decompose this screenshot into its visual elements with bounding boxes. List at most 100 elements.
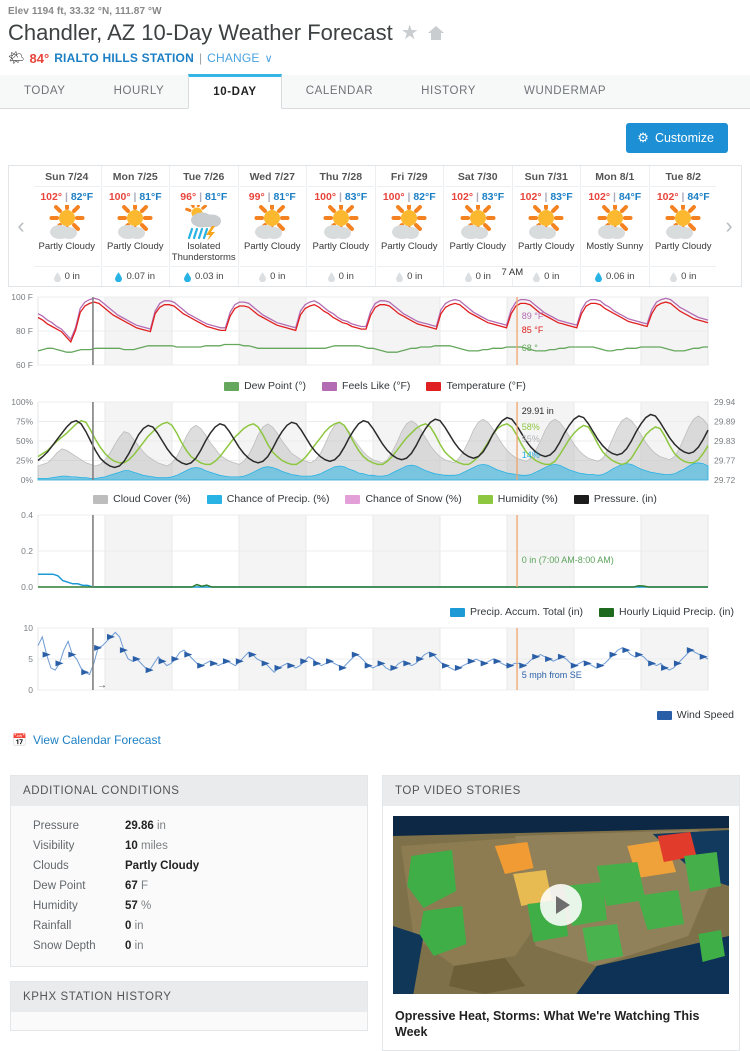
day-precip-value: 0 in <box>338 271 354 282</box>
tab-calendar[interactable]: CALENDAR <box>282 75 397 108</box>
forecast-day-card[interactable]: Tue 7/26 96° | 81°F Isolated Thunderstor… <box>169 166 238 286</box>
day-condition: Partly Cloudy <box>381 241 438 252</box>
forecast-day-card[interactable]: Tue 8/2 102° | 84°F Partly Cloudy 0 in <box>648 166 718 286</box>
condition-row: Dew Point 67 F <box>11 876 367 896</box>
forecast-day-card[interactable]: Thu 7/28 100° | 83°F Partly Cloudy 0 in <box>306 166 375 286</box>
prev-days-button[interactable]: ‹ <box>9 166 33 286</box>
chevron-down-icon[interactable]: ∨ <box>265 52 273 65</box>
day-low: 81°F <box>204 191 228 203</box>
legend-wind-speed[interactable]: Wind Speed <box>656 709 734 721</box>
tab-history[interactable]: HISTORY <box>397 75 500 108</box>
day-precip-value: 0.06 in <box>605 271 635 282</box>
forecast-day-card[interactable]: Sun 7/24 102° | 82°F Partly Cloudy 0 in <box>33 166 101 286</box>
day-temps: 102° | 82°F <box>40 191 94 203</box>
sun-cloud-icon: 🌤 <box>8 50 25 65</box>
day-condition: Partly Cloudy <box>244 241 301 252</box>
next-days-button[interactable]: › <box>717 166 741 286</box>
svg-text:89 °F: 89 °F <box>522 311 544 321</box>
legend-temperature[interactable]: Temperature (°F) <box>426 380 526 392</box>
legend-feels-like[interactable]: Feels Like (°F) <box>322 380 410 392</box>
view-calendar-forecast-link[interactable]: 📅 View Calendar Forecast <box>0 721 750 747</box>
condition-key: Humidity <box>33 900 78 912</box>
forecast-day-card[interactable]: Wed 7/27 99° | 81°F Partly Cloudy 0 in <box>237 166 307 286</box>
tab-10-day[interactable]: 10-DAY <box>188 74 282 109</box>
tab-wundermap[interactable]: WUNDERMAP <box>500 75 630 108</box>
current-temperature: 84° <box>29 50 50 66</box>
tab-hourly[interactable]: HOURLY <box>90 75 189 108</box>
day-temps: 96° | 81°F <box>180 191 228 203</box>
tab-today[interactable]: TODAY <box>0 75 90 108</box>
play-icon[interactable] <box>540 884 582 926</box>
day-temps: 100° | 82°F <box>382 191 436 203</box>
water-drop-icon <box>183 271 191 282</box>
day-low: 81°F <box>139 191 162 203</box>
condition-row: Clouds Partly Cloudy <box>11 856 367 876</box>
condition-value: 57 % <box>125 900 152 912</box>
forecast-day-card[interactable]: Mon 7/25 100° | 81°F Partly Cloudy 0.07 … <box>100 166 170 286</box>
day-precip-value: 0 in <box>681 271 697 282</box>
forecast-day-card[interactable]: Mon 8/1 102° | 84°F Mostly Sunny 0.06 in <box>580 166 649 286</box>
day-name: Fri 7/29 <box>376 171 442 187</box>
condition-key: Visibility <box>33 840 75 852</box>
svg-text:29.77: 29.77 <box>714 456 736 466</box>
day-precip-value: 0.07 in <box>126 271 156 282</box>
svg-text:29.89: 29.89 <box>714 417 736 427</box>
condition-row: Visibility 10 miles <box>11 836 367 856</box>
customize-button[interactable]: ⚙ Customize <box>626 123 728 153</box>
day-precip-value: 0 in <box>544 271 560 282</box>
forecast-day-card[interactable]: Sun 7/31 102° | 83°F Partly Cloudy 7 AM … <box>499 166 581 286</box>
day-condition: Partly Cloudy <box>655 241 712 252</box>
svg-text:14%: 14% <box>522 450 540 460</box>
day-precip: 0.06 in <box>582 266 648 282</box>
svg-text:0.0: 0.0 <box>21 582 33 592</box>
svg-text:100%: 100% <box>11 398 33 407</box>
condition-row: Rainfall 0 in <box>11 916 367 936</box>
svg-text:0 in (7:00 AM-8:00 AM): 0 in (7:00 AM-8:00 AM) <box>522 555 614 565</box>
legend-cloud-cover[interactable]: Cloud Cover (%) <box>93 493 191 505</box>
condition-key: Pressure <box>33 820 80 832</box>
day-temps: 99° | 81°F <box>248 191 296 203</box>
temperature-chart-svg: 100 F 80 F 60 F 89 °F 85 °F 68 ° <box>11 292 709 370</box>
forecast-day-card[interactable]: Fri 7/29 100° | 82°F Partly Cloudy 0 in <box>374 166 444 286</box>
legend-precip-accum[interactable]: Precip. Accum. Total (in) <box>450 606 583 618</box>
water-drop-icon <box>670 271 678 282</box>
partly-cloudy-icon <box>308 205 374 241</box>
legend-chance-of-precip[interactable]: Chance of Precip. (%) <box>206 493 329 505</box>
day-low: 83°F <box>481 191 505 203</box>
top-video-heading: TOP VIDEO STORIES <box>383 776 739 806</box>
svg-text:100 F: 100 F <box>11 293 33 302</box>
legend-dew-point[interactable]: Dew Point (°) <box>224 380 306 392</box>
legend-chance-of-snow[interactable]: Chance of Snow (%) <box>345 493 462 505</box>
day-precip: 7 AM 0 in <box>499 266 579 282</box>
condition-row: Pressure 29.86 in <box>11 816 367 836</box>
day-low: 82°F <box>413 191 436 203</box>
water-drop-icon <box>396 271 404 282</box>
svg-text:0: 0 <box>28 685 33 695</box>
home-icon[interactable] <box>427 25 445 41</box>
conditions-chart: 100% 75% 50% 25% 0% 29.94 29.89 29.83 29.77 29.72… <box>8 397 742 505</box>
legend-pressure[interactable]: Pressure. (in) <box>573 493 657 505</box>
day-name: Mon 7/25 <box>102 171 168 187</box>
partly-cloudy-icon <box>240 205 306 241</box>
star-icon[interactable]: ★ <box>401 23 419 43</box>
conditions-chart-svg: 100% 75% 50% 25% 0% 29.94 29.89 29.83 29.77 29.72… <box>11 397 736 485</box>
svg-text:75%: 75% <box>16 417 33 427</box>
day-high: 102° <box>40 191 63 203</box>
day-high: 96° <box>180 191 197 203</box>
partly-cloudy-icon <box>445 205 511 241</box>
day-name: Tue 8/2 <box>650 171 716 187</box>
video-thumbnail[interactable] <box>393 816 729 994</box>
change-station-link[interactable]: CHANGE <box>207 51 260 65</box>
partly-cloudy-icon <box>582 205 648 241</box>
precipitation-chart-legend: Precip. Accum. Total (in) Hourly Liquid … <box>8 604 742 618</box>
legend-humidity[interactable]: Humidity (%) <box>477 493 558 505</box>
station-name[interactable]: RIALTO HILLS STATION <box>54 51 194 65</box>
day-high: 102° <box>519 191 542 203</box>
svg-text:29.91 in: 29.91 in <box>522 406 554 416</box>
legend-hourly-liquid-precip[interactable]: Hourly Liquid Precip. (in) <box>599 606 734 618</box>
day-condition: Partly Cloudy <box>38 241 96 252</box>
svg-text:0%: 0% <box>21 475 34 485</box>
day-precip: 0 in <box>650 266 716 282</box>
day-high: 99° <box>248 191 265 203</box>
day-low: 82°F <box>70 191 94 203</box>
